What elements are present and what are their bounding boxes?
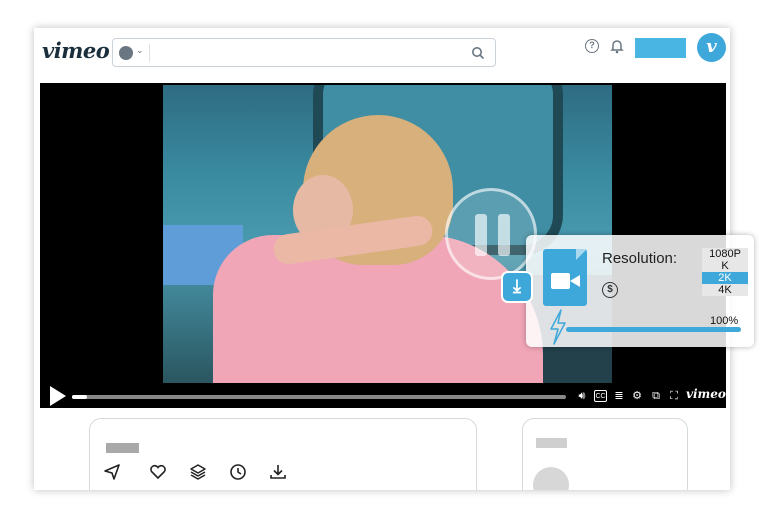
coin-icon[interactable]: $ (602, 282, 618, 298)
resolution-option[interactable]: 1080P (702, 248, 748, 260)
avatar[interactable]: v (697, 33, 726, 62)
vimeo-wordmark[interactable]: vimeo (686, 387, 726, 401)
heart-icon[interactable] (148, 462, 168, 482)
fullscreen-icon[interactable]: ⛶ (667, 389, 681, 403)
help-icon[interactable]: ? (585, 39, 599, 53)
download-icon[interactable]: ⤓ (501, 271, 533, 303)
resolution-option[interactable]: K (702, 260, 748, 272)
chevron-down-icon[interactable]: ⌄ (136, 45, 144, 56)
search-bar[interactable]: ⌄ (112, 38, 496, 67)
vimeo-logo[interactable]: vimeo (42, 38, 110, 63)
resolution-label: Resolution: (602, 250, 678, 267)
share-icon[interactable] (102, 462, 122, 482)
progress-fill (72, 395, 87, 399)
play-icon[interactable] (50, 386, 66, 406)
volume-icon[interactable]: 🔊︎ (576, 389, 588, 403)
layers-icon[interactable] (188, 462, 208, 482)
speed-label: 100% (710, 315, 739, 327)
clock-icon[interactable] (228, 462, 248, 482)
transcript-icon[interactable]: ≣ (613, 389, 625, 403)
file-fold (576, 249, 587, 260)
speed-fill (566, 327, 741, 332)
bell-icon[interactable] (610, 38, 624, 54)
settings-icon[interactable]: ⚙ (630, 389, 644, 403)
video-info-card (89, 418, 477, 490)
video-file-icon (543, 249, 587, 306)
camera-lens (570, 275, 580, 287)
search-icon[interactable] (471, 46, 485, 60)
pip-icon[interactable]: ⧉ (649, 389, 663, 403)
resolution-list[interactable]: 1080P K 2K 4K (702, 248, 748, 296)
resolution-option[interactable]: 2K (702, 272, 748, 284)
sidebar-card (522, 418, 688, 490)
progress-bar[interactable] (72, 395, 566, 399)
download-icon[interactable] (268, 462, 288, 482)
pause-bar (475, 214, 487, 256)
pause-bar (498, 214, 510, 256)
globe-icon[interactable] (119, 46, 133, 60)
search-divider (149, 44, 150, 62)
join-button[interactable] (635, 38, 686, 58)
avatar-placeholder (533, 467, 569, 490)
title-placeholder (106, 443, 139, 453)
downloader-panel: ⤓ Resolution: $ 1080P K 2K 4K 100% (501, 235, 754, 347)
title-placeholder (536, 438, 567, 448)
bolt-icon (550, 309, 566, 345)
cc-icon[interactable]: CC (594, 390, 607, 402)
pause-button[interactable] (445, 188, 537, 280)
resolution-option[interactable]: 4K (702, 284, 748, 296)
speed-track (566, 327, 741, 332)
camera-body (551, 273, 570, 289)
